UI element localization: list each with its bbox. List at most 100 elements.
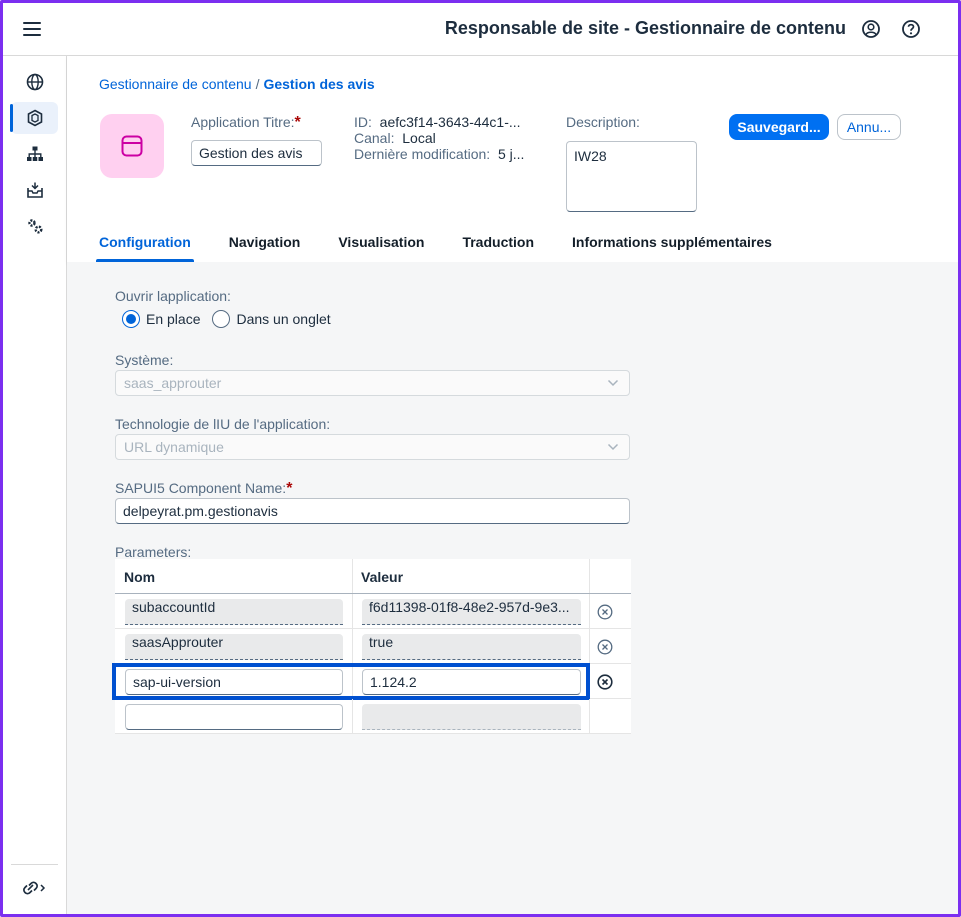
inbox-icon — [26, 182, 43, 198]
new-parameter-name-input[interactable] — [125, 704, 343, 730]
column-divider — [589, 594, 590, 628]
sidebar-item-globe[interactable] — [11, 66, 58, 98]
ui-technology-label: Technologie de lIU de l'application: — [115, 416, 331, 432]
radio-dans-un-onglet[interactable]: Dans un onglet — [212, 310, 331, 328]
sidebar-item-inbox[interactable] — [11, 174, 58, 206]
parameter-name-cell[interactable]: saasApprouter — [125, 634, 343, 660]
system-select[interactable]: saas_approuter — [115, 370, 630, 396]
column-header-valeur: Valeur — [361, 569, 404, 585]
required-marker: * — [294, 114, 301, 131]
tab-visualisation[interactable]: Visualisation — [338, 230, 424, 262]
side-navigation — [3, 56, 67, 914]
parameter-value-cell[interactable]: true — [362, 634, 581, 660]
new-parameter-value-cell — [362, 704, 581, 730]
channel-label: Canal: — [354, 130, 395, 146]
configuration-panel: Ouvrir lapplication: En place Dans un on… — [67, 262, 958, 914]
component-name-label-text: SAPUI5 Component Name: — [115, 480, 287, 496]
modified-value: 5 j... — [497, 146, 525, 162]
id-label: ID: — [354, 114, 372, 130]
parameter-name-input[interactable] — [125, 669, 343, 695]
sidebar-expand-button[interactable] — [11, 872, 58, 904]
description-textarea[interactable]: IW28 — [566, 141, 697, 212]
breadcrumb-link-content-manager[interactable]: Gestionnaire de contenu — [99, 76, 252, 92]
radio-button-checked[interactable] — [122, 310, 140, 328]
ui-technology-select-value: URL dynamique — [124, 439, 224, 455]
id-value: aefc3f14-3643-44c1-... — [379, 114, 521, 130]
app-title-label: Application Titre:* — [191, 114, 301, 132]
delete-row-icon[interactable] — [597, 639, 613, 655]
system-select-value: saas_approuter — [124, 375, 222, 391]
globe-icon — [26, 73, 43, 91]
parameter-value-input[interactable] — [362, 669, 581, 695]
chevron-down-icon — [607, 379, 619, 387]
table-row-highlighted — [112, 663, 631, 700]
app-title-input[interactable] — [191, 140, 322, 166]
user-profile-icon[interactable] — [861, 19, 881, 39]
main-area: Gestionnaire de contenu / Gestion des avis… — [67, 56, 958, 914]
column-divider — [352, 594, 353, 628]
column-divider — [352, 699, 353, 733]
component-name-label: SAPUI5 Component Name:* — [115, 480, 292, 498]
help-icon[interactable] — [901, 19, 921, 39]
content-manager-icon — [27, 109, 42, 127]
breadcrumb-separator: / — [255, 76, 260, 92]
app-frame: Responsable de site - Gestionnaire de co… — [0, 0, 961, 917]
open-app-label: Ouvrir lapplication: — [115, 288, 231, 304]
radio-label-dans-un-onglet: Dans un onglet — [236, 311, 331, 327]
table-header-row: Nom Valeur — [115, 559, 631, 594]
radio-label-en-place: En place — [146, 311, 201, 327]
column-divider — [589, 559, 590, 593]
ui-technology-select[interactable]: URL dynamique — [115, 434, 630, 460]
table-row: subaccountId f6d11398-01f8-48e2-957d-9e3… — [115, 594, 631, 629]
app-meta: ID: aefc3f14-3643-44c1-... Canal: Local … — [354, 114, 524, 162]
open-app-radio-group: En place Dans un onglet — [122, 310, 343, 328]
tab-informations-supplementaires[interactable]: Informations supplémentaires — [572, 230, 772, 262]
app-window-icon — [121, 135, 143, 157]
column-header-nom: Nom — [124, 569, 156, 585]
link-expand-icon — [22, 881, 45, 895]
sidebar-item-content-manager[interactable] — [10, 102, 58, 134]
parameters-table: Nom Valeur subaccountId f6d11398-01f8-48… — [112, 559, 631, 734]
shell-bar: Responsable de site - Gestionnaire de co… — [3, 3, 958, 56]
breadcrumb-current: Gestion des avis — [263, 76, 375, 92]
menu-icon[interactable] — [23, 22, 41, 36]
column-divider — [352, 559, 353, 593]
tab-configuration[interactable]: Configuration — [96, 230, 194, 262]
radio-en-place[interactable]: En place — [122, 310, 200, 328]
parameters-label: Parameters: — [115, 544, 192, 560]
cancel-button[interactable]: Annu... — [837, 114, 901, 140]
column-divider — [352, 664, 353, 698]
required-marker: * — [286, 480, 293, 497]
breadcrumb: Gestionnaire de contenu / Gestion des avis — [99, 76, 375, 92]
modified-label: Dernière modification: — [354, 146, 491, 162]
parameter-name-cell[interactable]: subaccountId — [125, 599, 343, 625]
system-label: Système: — [115, 352, 174, 368]
object-header: Gestionnaire de contenu / Gestion des avis… — [67, 56, 958, 262]
delete-row-icon[interactable] — [597, 604, 613, 620]
column-divider — [589, 664, 590, 698]
column-divider — [589, 699, 590, 733]
chevron-down-icon — [607, 443, 619, 451]
column-divider — [589, 629, 590, 663]
component-name-input[interactable] — [115, 498, 630, 524]
tab-bar: Configuration Navigation Visualisation T… — [96, 230, 810, 262]
parameter-value-cell[interactable]: f6d11398-01f8-48e2-957d-9e3... — [362, 599, 581, 625]
tab-navigation[interactable]: Navigation — [229, 230, 301, 262]
settings-gears-icon — [27, 219, 42, 234]
table-row-new — [115, 699, 631, 734]
delete-row-icon[interactable] — [597, 674, 613, 690]
tab-traduction[interactable]: Traduction — [462, 230, 534, 262]
site-hierarchy-icon — [26, 146, 43, 161]
app-title-label-text: Application Titre: — [191, 114, 295, 130]
app-avatar — [100, 114, 164, 178]
channel-value: Local — [402, 130, 436, 146]
description-label: Description: — [566, 114, 640, 130]
column-divider — [352, 629, 353, 663]
table-row: saasApprouter true — [115, 629, 631, 664]
radio-button-unchecked[interactable] — [212, 310, 231, 328]
sidebar-item-settings[interactable] — [11, 210, 58, 242]
sidebar-divider — [11, 864, 58, 865]
sidebar-item-site-hierarchy[interactable] — [11, 138, 58, 170]
shell-title: Responsable de site - Gestionnaire de co… — [444, 18, 846, 38]
save-button[interactable]: Sauvegard... — [729, 114, 829, 140]
